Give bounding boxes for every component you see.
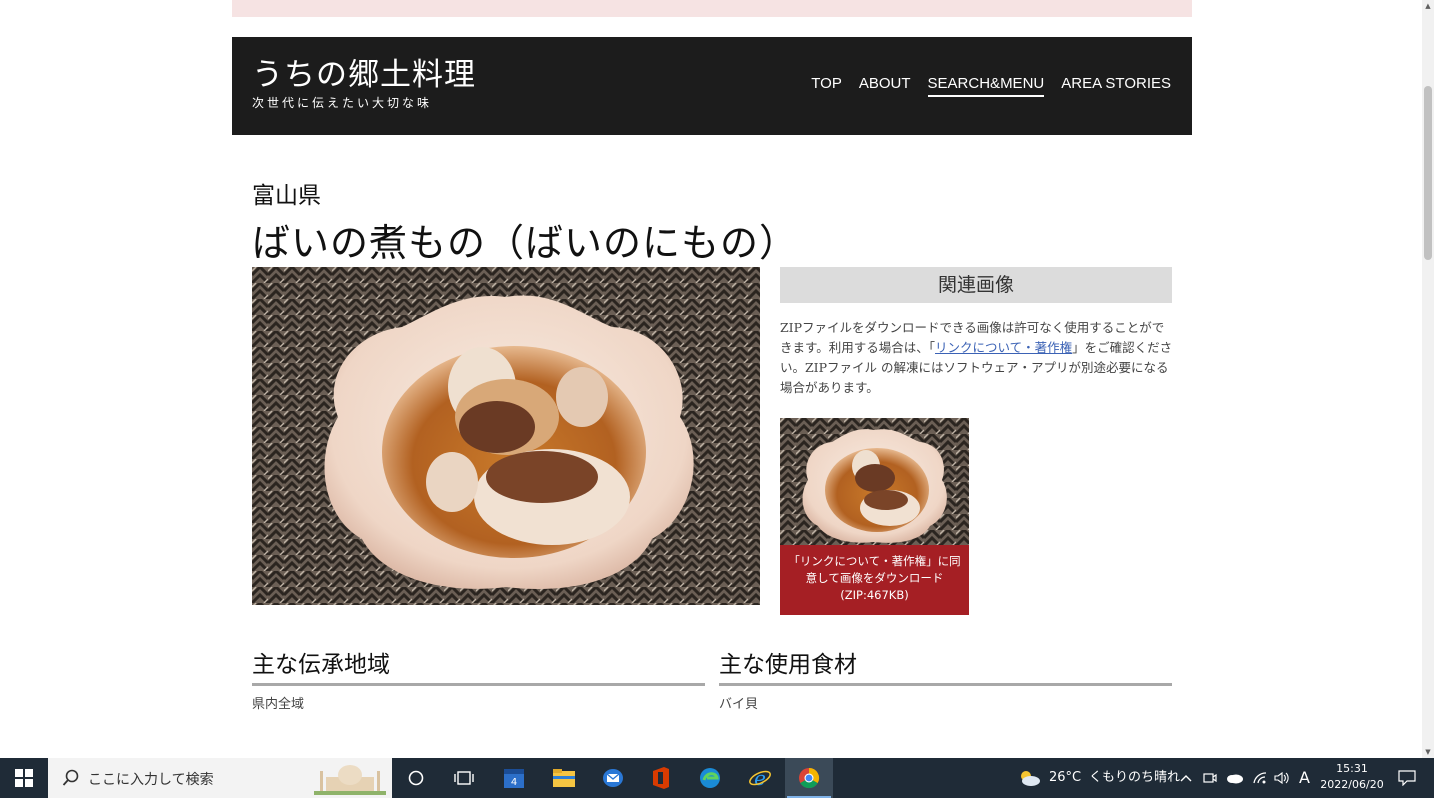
office-icon <box>653 767 669 789</box>
logo-title: うちの郷土料理 <box>252 57 476 93</box>
task-view-icon <box>454 771 474 785</box>
taskbar-app-edge[interactable] <box>686 758 734 798</box>
logo-subtitle: 次世代に伝えたい大切な味 <box>252 96 433 110</box>
chrome-icon <box>799 767 820 789</box>
folder-icon <box>553 769 575 787</box>
wifi-icon[interactable] <box>1250 758 1270 798</box>
taskbar-app-calendar[interactable]: 4 <box>490 758 538 798</box>
nav-top[interactable]: TOP <box>811 75 842 97</box>
search-placeholder: ここに入力して検索 <box>88 772 214 788</box>
taskbar-app-explorer[interactable] <box>540 758 588 798</box>
weather-description[interactable]: くもりのち晴れ <box>1089 758 1180 798</box>
meet-now-icon[interactable] <box>1200 758 1220 798</box>
cortana-circle-icon <box>408 770 424 786</box>
clock-date: 2022/06/20 <box>1320 778 1384 791</box>
weather-icon[interactable] <box>1014 758 1044 798</box>
notification-center-icon[interactable] <box>1394 758 1420 798</box>
copyright-link[interactable]: リンクについて・著作権 <box>935 340 1072 355</box>
download-label-1: 「リンクについて・著作権」に同 <box>788 554 961 568</box>
scroll-up-icon[interactable]: ▲ <box>1422 0 1434 12</box>
related-image-thumbnail[interactable] <box>780 418 969 545</box>
taskbar-app-ie[interactable]: e <box>736 758 784 798</box>
ingredients-heading: 主な使用食材 <box>719 645 1172 686</box>
edge-icon <box>700 768 720 788</box>
clock-time: 15:31 <box>1336 762 1368 775</box>
download-label-2: 意して画像をダウンロード <box>805 571 944 585</box>
svg-text:e: e <box>754 766 766 790</box>
taskbar-clock[interactable]: 15:31 2022/06/20 <box>1316 761 1388 793</box>
page-scrollbar[interactable]: ▲ ▼ <box>1422 0 1434 758</box>
nav-about[interactable]: ABOUT <box>859 75 911 97</box>
download-zip-button[interactable]: 「リンクについて・著作権」に同 意して画像をダウンロード (ZIP:467KB) <box>780 545 969 615</box>
scroll-down-icon[interactable]: ▼ <box>1422 746 1434 758</box>
timeline-button[interactable] <box>440 758 488 798</box>
region-value: 県内全域 <box>252 697 305 712</box>
taskbar-app-chrome[interactable] <box>785 758 833 798</box>
site-header: うちの郷土料理 次世代に伝えたい大切な味 TOP ABOUT SEARCH&ME… <box>232 37 1192 135</box>
nav-search-menu[interactable]: SEARCH&MENU <box>927 75 1045 97</box>
start-button[interactable] <box>0 758 48 798</box>
main-nav: TOP ABOUT SEARCH&MENU AREA STORIES <box>794 75 1171 97</box>
related-images-notice: ZIPファイルをダウンロードできる画像は許可なく使用することができます。利用する… <box>780 318 1174 398</box>
calendar-app-icon: 4 <box>504 769 524 788</box>
search-icon <box>62 769 79 786</box>
taskbar-app-mail[interactable] <box>589 758 637 798</box>
task-view-button[interactable] <box>392 758 440 798</box>
onedrive-icon[interactable] <box>1224 758 1246 798</box>
search-highlight-icon <box>314 761 386 795</box>
region-heading: 主な伝承地域 <box>252 645 705 686</box>
internet-explorer-icon: e <box>749 766 771 790</box>
site-logo[interactable]: うちの郷土料理 次世代に伝えたい大切な味 <box>252 57 476 112</box>
taskbar-app-office[interactable] <box>637 758 685 798</box>
svg-text:4: 4 <box>511 777 517 788</box>
page-title: ばいの煮もの（ばいのにもの） <box>252 221 799 265</box>
mail-app-icon <box>603 769 623 787</box>
top-banner-strip <box>232 0 1192 17</box>
related-images-heading: 関連画像 <box>780 267 1172 303</box>
dish-photo <box>252 267 760 605</box>
scrollbar-thumb[interactable] <box>1424 86 1432 260</box>
ingredients-value: バイ貝 <box>719 697 759 712</box>
ime-indicator[interactable]: A <box>1299 758 1310 798</box>
windows-taskbar: ここに入力して検索 4 e 26°C くもりのち晴れ A 15:31 2022/… <box>0 758 1434 798</box>
web-page: うちの郷土料理 次世代に伝えたい大切な味 TOP ABOUT SEARCH&ME… <box>0 0 1422 758</box>
chevron-up-icon[interactable] <box>1176 758 1196 798</box>
prefecture-label: 富山県 <box>252 183 321 209</box>
taskbar-search-box[interactable]: ここに入力して検索 <box>48 758 392 798</box>
weather-temp[interactable]: 26°C <box>1049 758 1081 798</box>
download-size: (ZIP:467KB) <box>840 588 909 602</box>
nav-area-stories[interactable]: AREA STORIES <box>1061 75 1171 97</box>
windows-logo-icon <box>15 769 33 787</box>
volume-icon[interactable] <box>1272 758 1292 798</box>
